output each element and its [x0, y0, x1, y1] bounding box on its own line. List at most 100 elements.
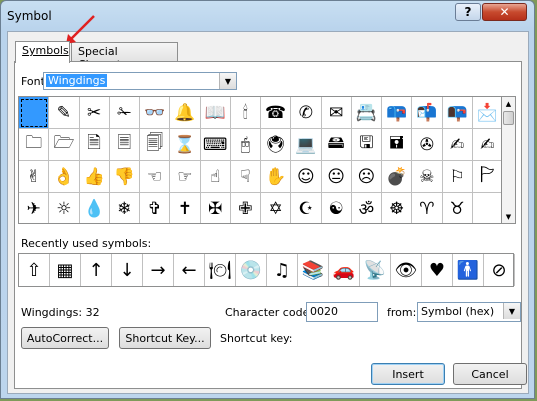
symbol-cell[interactable]: ✋	[261, 161, 292, 193]
symbol-cell[interactable]: 🕯	[230, 97, 261, 129]
symbol-cell[interactable]	[19, 97, 50, 129]
dialog-title: Symbol	[7, 9, 52, 23]
recent-symbol-cell[interactable]: ⊘	[484, 254, 515, 286]
symbol-cell[interactable]: 👍	[79, 161, 110, 193]
symbol-cell[interactable]: ☠	[412, 161, 443, 193]
symbol-cell[interactable]: 🗎	[79, 129, 110, 161]
recent-symbol-cell[interactable]: ↑	[81, 254, 112, 286]
symbol-cell[interactable]: ☪	[291, 193, 322, 223]
shortcut-key-button[interactable]: Shortcut Key...	[119, 327, 211, 349]
recent-symbol-cell[interactable]: ←	[174, 254, 205, 286]
symbol-cell[interactable]: ☎	[261, 97, 292, 129]
symbol-cell[interactable]: 📪	[382, 97, 413, 129]
symbol-cell[interactable]: 😐	[321, 161, 352, 193]
recent-symbol-cell[interactable]: 📡	[360, 254, 391, 286]
symbol-cell[interactable]: ✉	[321, 97, 352, 129]
recent-symbol-cell[interactable]: ▦	[50, 254, 81, 286]
symbol-cell[interactable]: 🏱	[472, 161, 501, 193]
symbol-cell[interactable]: 🗐	[140, 129, 171, 161]
symbol-cell[interactable]: ॐ	[352, 193, 382, 223]
symbol-cell[interactable]: 🖲	[261, 129, 292, 161]
symbol-cell[interactable]: 👎	[109, 161, 140, 193]
symbol-cell[interactable]: ✁	[109, 97, 140, 129]
recent-symbol-cell[interactable]: 📚	[298, 254, 329, 286]
symbol-cell[interactable]: ✇	[412, 129, 443, 161]
symbol-cell[interactable]: ☝	[200, 161, 231, 193]
scroll-up-icon[interactable]: ▲	[502, 97, 515, 110]
recent-symbol-cell[interactable]: 🍽	[205, 254, 236, 286]
symbol-cell[interactable]: 👌	[49, 161, 80, 193]
char-code-input[interactable]: 0020	[306, 302, 378, 322]
symbol-cell[interactable]: 📖	[200, 97, 231, 129]
symbol-cell[interactable]: ⌨	[200, 129, 231, 161]
symbol-cell[interactable]: 🖴	[321, 129, 352, 161]
symbol-cell[interactable]: 🗏	[109, 129, 140, 161]
symbol-cell[interactable]: ☹	[351, 161, 382, 193]
recent-symbol-cell[interactable]: 💿	[236, 254, 267, 286]
symbol-cell[interactable]: ✍	[442, 129, 473, 161]
symbol-cell[interactable]: 💧	[80, 193, 110, 223]
symbol-cell[interactable]: 🗀	[19, 129, 50, 161]
symbol-cell[interactable]: ⌛	[170, 129, 201, 161]
scroll-down-icon[interactable]: ▼	[502, 210, 515, 223]
chevron-down-icon[interactable]: ▼	[503, 303, 520, 319]
close-button[interactable]: ✕	[482, 3, 527, 21]
symbol-cell[interactable]: 📩	[472, 97, 501, 129]
symbol-cell[interactable]: ☺	[291, 161, 322, 193]
symbol-cell[interactable]: 💣	[382, 161, 413, 193]
symbol-cell[interactable]: 🖰	[230, 129, 261, 161]
symbol-cell[interactable]: 💻	[291, 129, 322, 161]
symbol-cell[interactable]: 🔔	[170, 97, 201, 129]
symbol-cell[interactable]: ✆	[291, 97, 322, 129]
recent-symbol-cell[interactable]: 🚹	[453, 254, 484, 286]
symbol-cell[interactable]: ☜	[140, 161, 171, 193]
symbol-cell[interactable]: ♉	[443, 193, 473, 223]
symbol-cell[interactable]: ✍	[472, 129, 501, 161]
recent-symbol-cell[interactable]: ♥	[422, 254, 453, 286]
symbol-cell[interactable]: ✡	[261, 193, 292, 223]
recent-symbol-cell[interactable]: →	[143, 254, 174, 286]
symbol-cell[interactable]: ✞	[140, 193, 171, 223]
font-select[interactable]: Wingdings ▼	[43, 72, 237, 90]
symbol-cell[interactable]: ♈	[412, 193, 443, 223]
symbol-cell[interactable]: ☯	[322, 193, 352, 223]
recent-symbol-cell[interactable]: ⇧	[19, 254, 50, 286]
symbol-cell[interactable]: ☞	[170, 161, 201, 193]
recent-symbol-cell[interactable]: 👁	[391, 254, 422, 286]
symbol-cell[interactable]: ✝	[170, 193, 201, 223]
symbol-cell[interactable]: 🖫	[351, 129, 382, 161]
recent-symbol-cell[interactable]: 🚗	[329, 254, 360, 286]
symbol-cell[interactable]: ✎	[49, 97, 80, 129]
from-select[interactable]: Symbol (hex) ▼	[417, 302, 521, 322]
symbol-cell[interactable]: 📬	[412, 97, 443, 129]
symbol-cell[interactable]	[473, 193, 501, 223]
symbol-cell[interactable]: 🖬	[382, 129, 413, 161]
symbol-grid[interactable]: ✎ ✂ ✁ 👓 🔔 📖 🕯 ☎ ✆ ✉ 📇 📪 📬 📭 📩 🗀 🗁 🗎 🗏 🗐 ⌛ ⌨ 🖰 🖲 💻 🖴 🖫 🖬 ✇ ✍ ✍ ✌ 👌 👍 👎 ☜ ☞ ☝ ☟ ✋…	[18, 96, 502, 224]
symbol-cell[interactable]: ✂	[79, 97, 110, 129]
symbol-cell[interactable]: ✙	[231, 193, 261, 223]
recent-symbol-cell[interactable]: ♫	[267, 254, 298, 286]
symbol-grid-scrollbar[interactable]: ▲ ▼	[502, 96, 516, 224]
scroll-thumb[interactable]	[503, 111, 514, 125]
help-button[interactable]: ?	[455, 3, 481, 21]
symbol-cell[interactable]: 🗁	[49, 129, 80, 161]
symbol-cell[interactable]: ❄	[110, 193, 140, 223]
symbol-cell[interactable]: ☼	[49, 193, 80, 223]
symbol-cell[interactable]: ☸	[382, 193, 413, 223]
tab-symbols-label: Symbols	[22, 44, 69, 57]
symbol-cell[interactable]: ⚐	[442, 161, 473, 193]
recent-symbol-cell[interactable]: ↓	[112, 254, 143, 286]
symbol-cell[interactable]: 📇	[351, 97, 382, 129]
symbol-cell[interactable]: ☟	[230, 161, 261, 193]
cancel-button[interactable]: Cancel	[453, 363, 527, 385]
insert-button[interactable]: Insert	[371, 363, 445, 385]
symbol-cell[interactable]: ✌	[19, 161, 50, 193]
symbol-cell[interactable]: 👓	[140, 97, 171, 129]
tab-symbols[interactable]: Symbols	[15, 41, 70, 63]
symbol-cell[interactable]: ✈	[19, 193, 50, 223]
recent-symbols[interactable]: ⇧ ▦ ↑ ↓ → ← 🍽 💿 ♫ 📚 🚗 📡 👁 ♥ 🚹 ⊘	[18, 253, 515, 287]
symbol-cell[interactable]: 📭	[442, 97, 473, 129]
chevron-down-icon[interactable]: ▼	[219, 73, 236, 89]
symbol-cell[interactable]: ✠	[201, 193, 231, 223]
autocorrect-button[interactable]: AutoCorrect...	[21, 327, 109, 349]
